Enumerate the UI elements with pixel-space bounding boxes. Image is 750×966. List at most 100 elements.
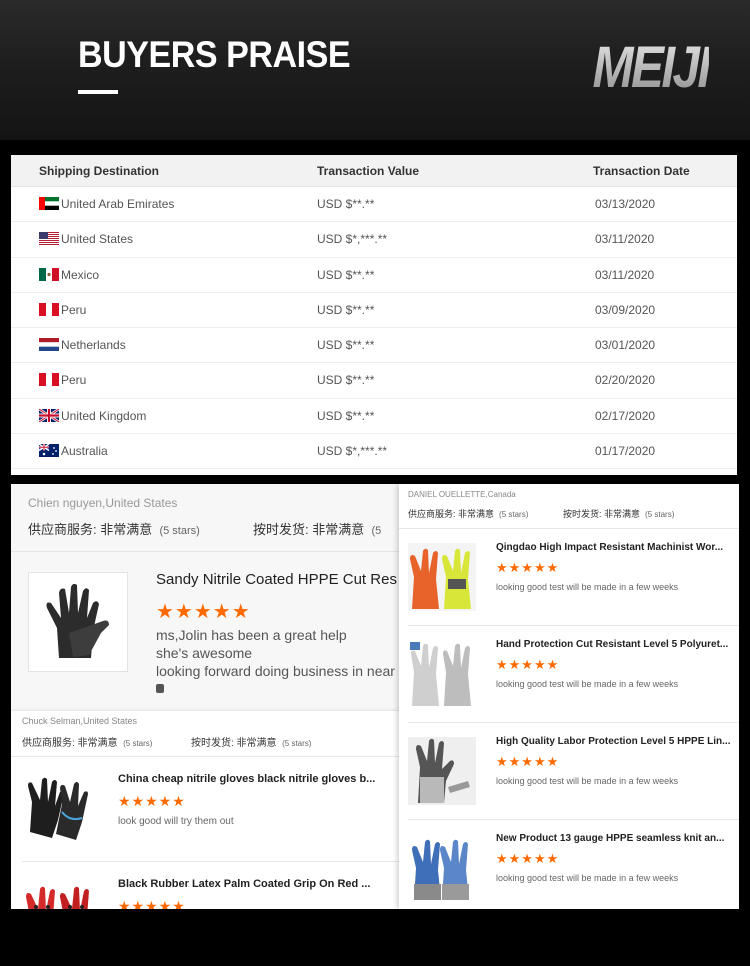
star-rating: ★★★★★ [118,898,186,909]
date-cell: 03/11/2020 [595,267,655,282]
table-body: United Arab Emirates USD $**.** 03/13/2020… [11,187,737,470]
date-cell: 03/13/2020 [595,197,656,211]
column-header-destination: Shipping Destination [39,164,159,178]
table-row: Netherlands USD $**.** 03/01/2020 [11,328,737,364]
title-underline [78,90,118,94]
destination-cell: Netherlands [39,338,126,352]
table-row: Peru USD $**.** 03/09/2020 [11,293,737,329]
star-rating: ★★★★★ [156,601,251,623]
table-row: Mexico USD $**.** 03/11/2020 [11,258,737,293]
review-comment-line-1: ms,Jolin has been a great help [156,627,347,643]
product-title[interactable]: Hand Protection Cut Resistant Level 5 Po… [496,639,728,650]
nl-flag-icon [39,338,59,352]
destination-cell: United Kingdom [39,408,147,423]
mx-flag-icon [39,267,59,281]
product-title[interactable]: High Quality Labor Protection Level 5 HP… [496,736,730,747]
destination-cell: Australia [39,444,108,458]
brand-logo: MEIJI [591,35,711,100]
destination-cell: United States [39,232,133,246]
column-header-date: Transaction Date [593,164,690,178]
star-rating: ★★★★★ [496,754,560,769]
reviewer-name: Chuck Selman,United States [22,716,138,726]
uae-flag-icon [39,197,59,210]
product-thumbnail[interactable] [408,737,476,805]
country-name: Peru [61,373,87,388]
product-thumbnail[interactable] [22,772,96,846]
product-title[interactable]: Qingdao High Impact Resistant Machinist … [496,542,723,553]
review-comment: looking good test will be made in a few … [496,873,679,883]
review-card-chuck: Chuck Selman,United States 供应商服务: 非常满意 (… [11,711,401,909]
us-flag-icon [39,232,59,246]
review-item: Hand Protection Cut Resistant Level 5 Po… [399,626,739,723]
value-cell: USD $**.** [317,408,375,423]
product-title[interactable]: Black Rubber Latex Palm Coated Grip On R… [118,878,370,890]
date-cell: 01/17/2020 [595,444,656,459]
divider-band [0,140,750,152]
review-comment-line-3: looking forward doing business in near [156,663,395,679]
review-card-chien: Chien nguyen,United States 供应商服务: 非常满意 (… [11,484,411,714]
destination-cell: Mexico [39,267,100,282]
destination-cell: United Arab Emirates [39,197,174,211]
review-comment: looking good test will be made in a few … [496,679,679,689]
column-header-value: Transaction Value [317,164,420,178]
date-cell: 02/20/2020 [595,373,656,388]
review-item: Black Rubber Latex Palm Coated Grip On R… [11,862,401,909]
value-cell: USD $*,***.** [317,232,388,247]
table-header: Shipping Destination Transaction Value T… [11,155,737,187]
date-cell: 03/11/2020 [595,232,655,247]
product-thumbnail[interactable] [28,572,128,672]
review-comment-line-2: she's awesome [156,645,253,661]
date-cell: 03/01/2020 [595,338,656,353]
table-row: United Arab Emirates USD $**.** 03/13/2020 [11,187,737,223]
product-thumbnail[interactable] [408,543,476,611]
product-title[interactable]: New Product 13 gauge HPPE seamless knit … [496,833,724,844]
value-cell: USD $**.** [317,373,375,388]
table-row: Australia USD $*,***.** 01/17/2020 [11,434,737,470]
star-rating: ★★★★★ [496,851,560,866]
product-thumbnail[interactable] [22,877,96,909]
divider [11,551,411,552]
uk-flag-icon [39,408,59,422]
destination-cell: Peru [39,373,86,387]
review-item: New Product 13 gauge HPPE seamless knit … [399,820,739,909]
value-cell: USD $**.** [317,302,375,317]
star-rating: ★★★★★ [496,657,560,672]
reviewer-name: DANIEL OUELLETTE,Canada [408,490,516,499]
footer-band [0,909,750,966]
country-name: Peru [61,302,87,317]
table-row: United States USD $*,***.** 03/11/2020 [11,222,737,258]
date-cell: 03/09/2020 [595,302,656,317]
review-item: High Quality Labor Protection Level 5 HP… [399,723,739,820]
delivery-rating: 按时发货: 非常满意 (5 stars) [191,738,312,749]
product-title[interactable]: Sandy Nitrile Coated HPPE Cut Res [156,571,397,588]
product-thumbnail[interactable] [408,834,476,902]
country-name: United States [61,232,134,247]
delivery-rating: 按时发货: 非常满意 (5 stars) [563,509,675,519]
review-item: China cheap nitrile gloves black nitrile… [11,757,401,862]
cursor-hand-icon [156,684,164,693]
value-cell: USD $**.** [317,197,375,211]
review-comment: looking good test will be made in a few … [496,582,679,592]
country-name: United Kingdom [61,408,147,423]
review-item: Qingdao High Impact Resistant Machinist … [399,529,739,626]
star-rating: ★★★★★ [118,793,186,809]
destination-cell: Peru [39,302,87,317]
table-row: United Kingdom USD $**.** 02/17/2020 [11,399,737,435]
star-rating: ★★★★★ [496,560,560,575]
value-cell: USD $**.** [317,338,375,353]
pe-flag-icon [39,302,59,316]
review-card-daniel: DANIEL OUELLETTE,Canada 供应商服务: 非常满意 (5 s… [399,484,739,909]
country-name: United Arab Emirates [61,197,175,211]
delivery-rating: 按时发货: 非常满意 (5 [253,522,382,537]
table-row: Peru USD $**.** 02/20/2020 [11,363,737,399]
value-cell: USD $**.** [317,267,375,282]
value-cell: USD $*,***.** [317,444,388,459]
country-name: Australia [61,444,108,459]
country-name: Netherlands [61,338,126,353]
product-thumbnail[interactable] [408,640,476,708]
supplier-service-rating: 供应商服务: 非常满意 (5 stars) [22,738,153,749]
country-name: Mexico [61,267,100,282]
product-title[interactable]: China cheap nitrile gloves black nitrile… [118,773,375,785]
au-flag-icon [39,444,59,458]
transaction-table: Shipping Destination Transaction Value T… [11,155,737,475]
